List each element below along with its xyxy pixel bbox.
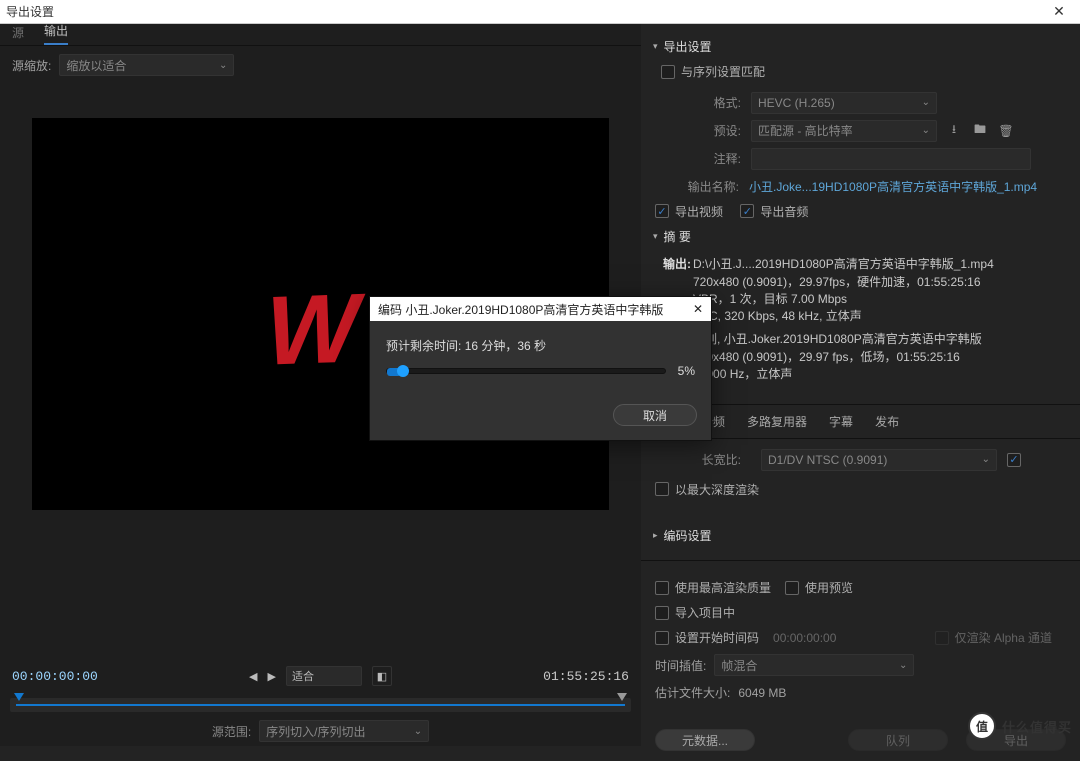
remain-label: 预计剩余时间:	[386, 339, 461, 353]
import-preset-icon[interactable]: 🖿	[971, 122, 989, 140]
watermark-badge-icon: 值	[968, 712, 996, 740]
import-project-checkbox[interactable]: 导入项目中	[655, 604, 735, 621]
chevron-down-icon: ⌄	[414, 726, 422, 737]
aspect-label: 长宽比:	[655, 451, 741, 468]
timecode-start[interactable]: 00:00:00:00	[12, 669, 98, 684]
aspect-dropdown[interactable]: D1/DV NTSC (0.9091)⌄	[761, 449, 997, 471]
start-timecode-value: 00:00:00:00	[773, 631, 836, 645]
play-reverse-icon[interactable]: ◀	[249, 670, 257, 683]
output-name-label: 输出名称:	[651, 178, 739, 195]
caret-down-icon[interactable]: ▾	[653, 231, 658, 242]
max-quality-checkbox[interactable]: 使用最高渲染质量	[655, 579, 771, 596]
dialog-close-icon[interactable]: ✕	[693, 302, 703, 316]
progress-knob-icon	[397, 365, 409, 377]
summary-block: 输出:D:\小丑.J....2019HD1080P高清官方英语中字韩版_1.mp…	[663, 255, 1066, 382]
source-range-label: 源范围:	[212, 723, 251, 740]
comment-input[interactable]	[751, 148, 1031, 170]
preview-content-logo: W	[266, 271, 359, 387]
comment-label: 注释:	[683, 150, 741, 167]
watermark: 值 什么值得买	[968, 712, 1072, 740]
time-interp-dropdown[interactable]: 帧混合⌄	[714, 654, 914, 676]
caret-right-icon[interactable]: ▸	[653, 530, 658, 541]
section-summary: 摘 要	[664, 228, 691, 245]
aspect-lock-checkbox[interactable]	[1007, 453, 1021, 467]
source-scale-dropdown[interactable]: 缩放以适合 ⌄	[59, 54, 234, 76]
timecode-end: 01:55:25:16	[543, 669, 629, 684]
tab-publish[interactable]: 发布	[875, 409, 899, 434]
play-icon[interactable]: ▶	[268, 670, 276, 683]
format-dropdown[interactable]: HEVC (H.265)⌄	[751, 92, 937, 114]
time-interp-label: 时间插值:	[655, 657, 706, 674]
preset-label: 预设:	[683, 122, 741, 139]
cancel-button[interactable]: 取消	[613, 404, 697, 426]
window-close-icon[interactable]: ✕	[1044, 3, 1074, 20]
match-sequence-checkbox[interactable]: 与序列设置匹配	[661, 63, 765, 80]
chevron-down-icon: ⌄	[922, 125, 930, 136]
metadata-button[interactable]: 元数据...	[655, 729, 755, 751]
preview-tabs: 源 输出	[0, 24, 641, 46]
remain-value: 16 分钟，36 秒	[465, 339, 546, 353]
window-title: 导出设置	[6, 3, 54, 20]
section-export-settings: 导出设置	[664, 38, 712, 55]
tab-multiplexer[interactable]: 多路复用器	[747, 409, 807, 434]
dialog-title: 编码 小丑.Joker.2019HD1080P高清官方英语中字韩版	[378, 301, 663, 318]
source-scale-label: 源缩放:	[12, 57, 51, 74]
alpha-only-checkbox: 仅渲染 Alpha 通道	[935, 629, 1052, 646]
progress-percent: 5%	[678, 364, 695, 378]
use-preview-checkbox[interactable]: 使用预览	[785, 579, 853, 596]
chevron-down-icon: ⌄	[899, 660, 907, 671]
max-depth-checkbox[interactable]: 以最大深度渲染	[655, 481, 759, 498]
source-range-dropdown[interactable]: 序列切入/序列切出 ⌄	[259, 720, 429, 742]
export-video-checkbox[interactable]: 导出视频	[655, 203, 723, 220]
save-preset-icon[interactable]: ⭳	[945, 122, 963, 140]
queue-button: 队列	[848, 729, 948, 751]
tab-captions[interactable]: 字幕	[829, 409, 853, 434]
format-label: 格式:	[683, 94, 741, 111]
timeline[interactable]	[10, 698, 631, 712]
progress-bar	[386, 368, 666, 374]
caret-down-icon[interactable]: ▾	[653, 41, 658, 52]
chevron-down-icon: ⌄	[922, 97, 930, 108]
encoding-progress-dialog: 编码 小丑.Joker.2019HD1080P高清官方英语中字韩版 ✕ 预计剩余…	[369, 296, 712, 441]
start-timecode-checkbox[interactable]: 设置开始时间码	[655, 629, 759, 646]
playback-quality-dropdown[interactable]: 适合	[286, 666, 362, 686]
section-encoding: 编码设置	[664, 527, 712, 544]
playhead-icon[interactable]	[14, 693, 24, 701]
tab-source[interactable]: 源	[12, 24, 24, 45]
watermark-text: 什么值得买	[1002, 717, 1072, 736]
est-size-label: 估计文件大小:	[655, 684, 730, 701]
playback-tool-icon[interactable]: ◧	[372, 666, 392, 686]
tab-output[interactable]: 输出	[44, 22, 68, 45]
est-size-value: 6049 MB	[738, 686, 786, 700]
export-audio-checkbox[interactable]: 导出音频	[740, 203, 808, 220]
chevron-down-icon: ⌄	[982, 454, 990, 465]
chevron-down-icon: ⌄	[219, 60, 227, 71]
endmark-icon	[617, 693, 627, 701]
playback-bar: 00:00:00:00 ◀ ▶ 适合 ◧ 01:55:25:16	[0, 656, 641, 696]
preset-dropdown[interactable]: 匹配源 - 高比特率⌄	[751, 120, 937, 142]
output-name-link[interactable]: 小丑.Joke...19HD1080P高清官方英语中字韩版_1.mp4	[749, 178, 1037, 195]
window-titlebar: 导出设置 ✕	[0, 0, 1080, 24]
delete-preset-icon[interactable]: 🗑	[997, 122, 1015, 140]
